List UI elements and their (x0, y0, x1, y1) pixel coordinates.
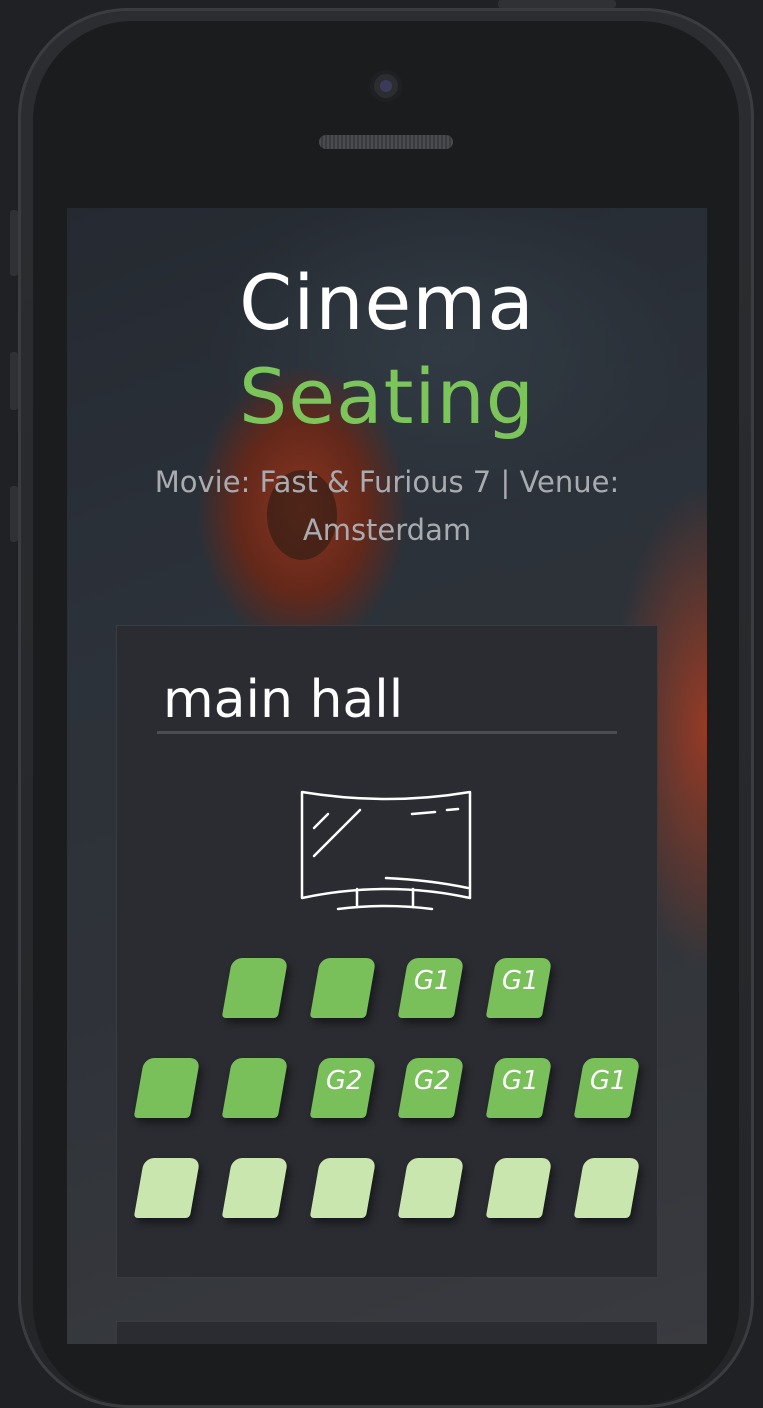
seat[interactable] (133, 1058, 201, 1118)
seat-row: G2 G2 G1 G1 (117, 1058, 657, 1120)
seat-row: G1 G1 (117, 958, 657, 1020)
seat[interactable]: G1 (573, 1058, 641, 1118)
seat[interactable] (485, 1158, 553, 1218)
seat-group-label: G1 (413, 966, 451, 996)
hall-card: G1 G1 G2 G2 G1 G1 (116, 625, 658, 1278)
seat[interactable] (573, 1158, 641, 1218)
hall-name-input[interactable] (157, 668, 617, 734)
seat[interactable] (221, 1058, 289, 1118)
seat[interactable] (221, 958, 289, 1018)
seat-group-label: G1 (501, 966, 539, 996)
seat[interactable]: G2 (309, 1058, 377, 1118)
app-screen: Cinema Seating Movie: Fast & Furious 7 |… (67, 208, 707, 1344)
seat[interactable]: G1 (485, 958, 553, 1018)
next-card (116, 1321, 658, 1344)
seat[interactable]: G2 (397, 1058, 465, 1118)
seat[interactable] (133, 1158, 201, 1218)
seat-group-label: G2 (413, 1066, 451, 1096)
page-title-line1: Cinema (239, 258, 535, 347)
volume-down-button (10, 486, 18, 542)
curved-screen-icon (300, 790, 472, 911)
seat[interactable] (309, 958, 377, 1018)
seat[interactable]: G1 (397, 958, 465, 1018)
seat-group-label: G2 (325, 1066, 363, 1096)
volume-up-button (10, 352, 18, 410)
power-button (498, 0, 616, 8)
seat[interactable]: G1 (485, 1058, 553, 1118)
front-camera-icon (370, 70, 402, 102)
seat-row (117, 1158, 657, 1220)
seat[interactable] (397, 1158, 465, 1218)
seat[interactable] (309, 1158, 377, 1218)
seat-group-label: G1 (501, 1066, 539, 1096)
seat[interactable] (221, 1158, 289, 1218)
movie-venue-subtitle: Movie: Fast & Furious 7 | Venue: Amsterd… (154, 465, 620, 547)
page-title-line2: Seating (239, 352, 535, 441)
side-button-top (10, 210, 18, 276)
speaker-grille (319, 135, 453, 149)
seat-group-label: G1 (589, 1066, 627, 1096)
